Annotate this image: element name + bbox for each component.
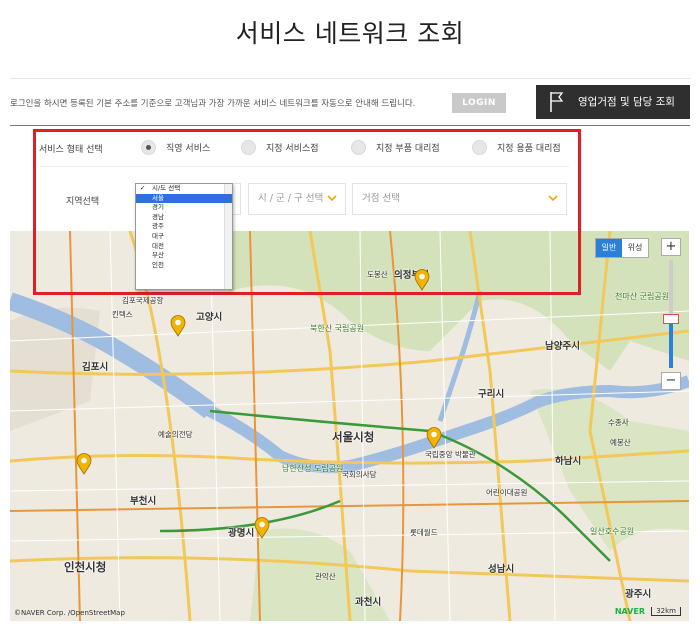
branch-lookup-button[interactable]: 영업거점 및 담당 조회 [536,85,690,119]
map-place-label: 김포시 [82,362,109,373]
sigungu-select[interactable]: 시 / 군 / 구 선택 [248,183,346,215]
branch-lookup-label: 영업거점 및 담당 조회 [578,96,675,108]
map-place-label: 일산호수공원 [590,527,635,536]
zoom-out-button[interactable]: − [661,372,681,390]
chevron-down-icon [327,195,337,202]
map-place-label: 광명시 [228,528,255,539]
map-place-label: 어린이대공원 [486,488,528,497]
sido-option[interactable]: 경남 [136,213,232,223]
radio-accessory-dealer[interactable]: 지정 용품 대리점 [472,140,561,155]
branch-select[interactable]: 거점 선택 [352,183,567,215]
login-notice: 로그인을 하시면 등록된 기본 주소를 기준으로 고객님과 가장 가까운 서비스… [10,99,416,109]
map-place-label: 예술의전당 [158,430,193,439]
radio-direct-service[interactable]: 직영 서비스 [141,140,210,155]
zoom-fill [669,319,673,368]
radio-label: 지정 용품 대리점 [497,144,561,154]
service-location-pin-icon[interactable] [414,269,430,291]
sido-option[interactable]: 시/도 선택 [136,184,232,194]
map-type-satellite[interactable]: 위성 [622,239,648,257]
zoom-control: + − [661,238,681,390]
map-place-label: 관악산 [315,572,336,581]
radio-dot [472,140,487,155]
map-copyright: ©NAVER Corp. /OpenStreetMap [14,609,125,617]
map-place-label: 수종사 [608,418,629,427]
network-map[interactable]: 서울시청 고양시 김포시 부천시 광명시 인천시청 구리시 남양주시 하남시 성남시 과천시 의정부시… [10,231,689,621]
sido-dropdown-list[interactable]: 시/도 선택서울경기경남광주대구대전부산인천 [135,183,233,290]
map-type-toggle: 일반 위성 [595,238,649,258]
map-place-label: 서울시청 [332,430,375,444]
map-place-label: 부천시 [130,496,157,507]
radio-label: 지정 서비스점 [266,144,319,154]
map-place-label: 김포국제공항 [122,296,164,305]
map-place-label: 남양주시 [545,341,580,352]
map-place-label: 광주시 [625,589,652,600]
service-type-label: 서비스 형태 선택 [39,145,103,155]
region-label: 지역선택 [66,197,100,207]
radio-label: 지정 부품 대리점 [376,144,440,154]
zoom-in-button[interactable]: + [661,238,681,256]
zoom-handle[interactable] [663,314,679,325]
map-place-label: 도봉산 [367,270,388,279]
radio-dot [351,140,366,155]
map-place-label: 인천시청 [64,560,107,574]
sido-option[interactable]: 부산 [136,251,232,261]
map-place-label: 하남시 [555,456,582,467]
divider [39,166,569,167]
map-scale: 32km [651,607,681,616]
map-place-label: 국회의사당 [342,470,377,479]
map-place-label: 킨텍스 [112,310,133,319]
branch-placeholder: 거점 선택 [362,193,400,204]
radio-parts-dealer[interactable]: 지정 부품 대리점 [351,140,440,155]
map-place-label: 과천시 [355,597,382,608]
radio-dot [141,140,156,155]
map-place-label: 국립중앙 박물관 [425,450,476,459]
radio-label: 직영 서비스 [166,144,211,154]
sido-option[interactable]: 광주 [136,222,232,232]
divider [10,78,690,79]
radio-designated-service[interactable]: 지정 서비스점 [241,140,319,155]
sido-option[interactable]: 대구 [136,232,232,242]
sido-option[interactable]: 인천 [136,261,232,271]
login-button[interactable]: LOGIN [452,93,506,113]
service-location-pin-icon[interactable] [254,517,270,539]
radio-dot [241,140,256,155]
sido-option[interactable]: 서울 [136,193,232,204]
sigungu-placeholder: 시 / 군 / 구 선택 [258,193,324,204]
map-place-label: 고양시 [196,312,223,323]
map-place-label: 남한산성 도립공원 [282,464,344,473]
map-brand-logo: NAVER [614,607,645,616]
service-location-pin-icon[interactable] [170,315,186,337]
map-background [10,231,689,621]
map-place-label: 롯데월드 [410,528,438,537]
sido-option[interactable]: 대전 [136,242,232,252]
map-place-label: 성남시 [488,564,515,575]
map-place-label: 예봉산 [610,438,631,447]
map-type-normal[interactable]: 일반 [596,239,622,257]
service-location-pin-icon[interactable] [76,453,92,475]
map-place-label: 북한산 국립공원 [310,324,365,333]
chevron-down-icon [548,195,558,202]
service-location-pin-icon[interactable] [426,427,442,449]
map-place-label: 구리시 [478,389,505,400]
page-title: 서비스 네트워크 조회 [235,19,465,48]
flag-icon [550,92,564,112]
sido-option[interactable]: 경기 [136,203,232,213]
divider [10,125,690,126]
